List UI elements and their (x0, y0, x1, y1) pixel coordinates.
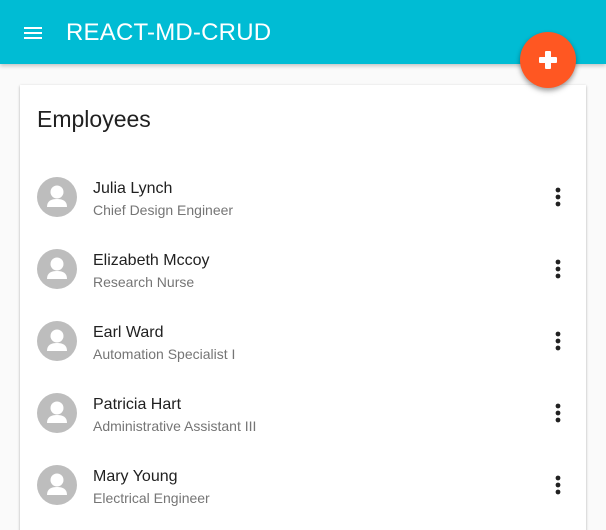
more-vert-icon (555, 259, 561, 279)
more-vert-icon (555, 331, 561, 351)
employee-list-item[interactable]: Elizabeth Mccoy Research Nurse (20, 233, 586, 305)
more-vert-icon (555, 475, 561, 495)
add-employee-button[interactable] (520, 32, 576, 88)
employee-list-item[interactable]: Mary Young Electrical Engineer (20, 449, 586, 521)
employee-list: Julia Lynch Chief Design Engineer Elizab… (20, 161, 586, 521)
employee-name: Earl Ward (93, 324, 164, 341)
employee-list-item[interactable]: Julia Lynch Chief Design Engineer (20, 161, 586, 233)
employee-list-item[interactable]: Patricia Hart Administrative Assistant I… (20, 377, 586, 449)
person-avatar-icon (37, 393, 77, 433)
more-options-button[interactable] (544, 255, 572, 283)
employee-name: Elizabeth Mccoy (93, 252, 210, 269)
employee-job-title: Chief Design Engineer (93, 202, 234, 218)
employee-name: Julia Lynch (93, 180, 173, 197)
menu-button[interactable] (20, 20, 46, 46)
menu-icon (24, 27, 42, 39)
employee-job-title: Electrical Engineer (93, 490, 210, 506)
employees-card: Employees Julia Lynch Chief Design Engin… (20, 85, 586, 530)
employee-job-title: Administrative Assistant III (93, 418, 257, 434)
card-title: Employees (37, 106, 151, 132)
more-options-button[interactable] (544, 399, 572, 427)
more-options-button[interactable] (544, 471, 572, 499)
app-bar: REACT-MD-CRUD (0, 0, 606, 64)
more-options-button[interactable] (544, 183, 572, 211)
add-icon (539, 51, 557, 69)
more-options-button[interactable] (544, 327, 572, 355)
employee-job-title: Research Nurse (93, 274, 195, 290)
more-vert-icon (555, 403, 561, 423)
person-avatar-icon (37, 249, 77, 289)
person-avatar-icon (37, 177, 77, 217)
more-vert-icon (555, 187, 561, 207)
employee-list-item[interactable]: Earl Ward Automation Specialist I (20, 305, 586, 377)
person-avatar-icon (37, 465, 77, 505)
app-title: REACT-MD-CRUD (66, 19, 272, 46)
employee-name: Mary Young (93, 468, 178, 485)
person-avatar-icon (37, 321, 77, 361)
app-window: REACT-MD-CRUD Employees Julia Lynch Chie… (0, 0, 606, 530)
employee-job-title: Automation Specialist I (93, 346, 236, 362)
employee-name: Patricia Hart (93, 396, 182, 413)
